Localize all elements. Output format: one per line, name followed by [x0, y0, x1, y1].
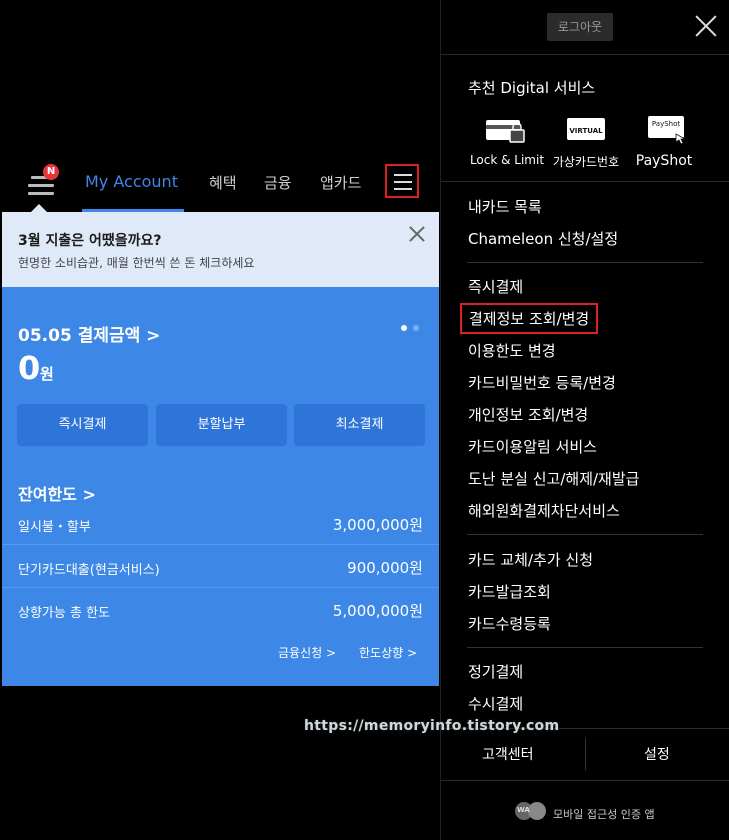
instant-pay-button[interactable]: 즉시결제 — [17, 404, 148, 446]
divider — [2, 544, 439, 545]
service-label: 가상카드번호 — [552, 155, 620, 169]
payshot-card-text: PayShot — [652, 120, 681, 128]
divider — [441, 181, 729, 182]
app-screen: N My Account 혜택 금융 앱카드 3월 지출은 어땠을까요? 현명한… — [2, 0, 439, 840]
menu-item-chameleon[interactable]: Chameleon 신청/설정 — [468, 228, 618, 249]
divider — [467, 647, 703, 648]
installment-button[interactable]: 분할납부 — [156, 404, 287, 446]
limit-label: 상향가능 총 한도 — [18, 606, 110, 621]
limit-value: 3,000,000원 — [332, 516, 423, 534]
menu-item-usage-alert[interactable]: 카드이용알림 서비스 — [468, 436, 597, 457]
menu-item-issue-status[interactable]: 카드발급조회 — [468, 581, 551, 602]
logout-button[interactable]: 로그아웃 — [547, 13, 613, 41]
divider — [441, 780, 729, 781]
remaining-limit-title[interactable]: 잔여한도 > — [18, 481, 96, 505]
payment-amount: 0 — [18, 349, 41, 387]
minimum-pay-button[interactable]: 최소결제 — [294, 404, 425, 446]
menu-item-payment-info[interactable]: 결제정보 조회/변경 — [460, 303, 599, 334]
accessibility-mark-icon: WA — [515, 802, 547, 820]
payment-unit: 원 — [40, 365, 54, 383]
nav-caret-icon — [31, 204, 47, 212]
promo-subtitle: 현명한 소비습관, 매월 한번씩 쓴 돈 체크하세요 — [18, 256, 255, 270]
tab-my-account[interactable]: My Account — [85, 172, 178, 191]
menu-item-card-password[interactable]: 카드비밀번호 등록/변경 — [468, 372, 616, 393]
menu-item-card-replace[interactable]: 카드 교체/추가 신청 — [468, 549, 593, 570]
limit-row: 상향가능 총 한도 5,000,000원 — [18, 602, 423, 622]
tab-app-card[interactable]: 앱카드 — [320, 172, 361, 193]
top-navigation: N My Account 혜택 금융 앱카드 — [2, 158, 439, 212]
limit-value: 5,000,000원 — [332, 602, 423, 620]
limit-value: 900,000원 — [347, 559, 423, 577]
account-card: 05.05 결제금액 > 0 원 즉시결제 분할납부 최소결제 잔여한도 > 일… — [2, 287, 439, 686]
tab-benefits[interactable]: 혜택 — [209, 172, 237, 193]
menu-item-instant-pay[interactable]: 즉시결제 — [468, 276, 523, 297]
service-label: PayShot — [635, 153, 693, 169]
menu-item-limit-change[interactable]: 이용한도 변경 — [468, 340, 556, 361]
divider — [441, 54, 729, 55]
virtual-card-text: VIRTUAL — [569, 127, 603, 135]
limit-row: 단기카드대출(현금서비스) 900,000원 — [18, 559, 423, 579]
limit-label: 단기카드대출(현금서비스) — [18, 563, 160, 578]
service-lock-limit[interactable]: Lock & Limit — [464, 112, 550, 176]
pager-dots-icon — [401, 325, 419, 331]
service-virtual-card[interactable]: VIRTUAL 가상카드번호 — [543, 112, 629, 176]
menu-item-card-receipt[interactable]: 카드수령등록 — [468, 613, 551, 634]
card-lock-icon — [486, 120, 525, 143]
menu-item-dcc-block[interactable]: 해외원화결제차단서비스 — [468, 500, 620, 521]
side-menu-drawer: 로그아웃 추천 Digital 서비스 Lock & Limit VIRTUAL… — [440, 0, 729, 840]
close-icon[interactable] — [407, 224, 427, 244]
close-icon[interactable] — [694, 14, 718, 38]
notification-badge: N — [43, 164, 59, 180]
payment-date-title[interactable]: 05.05 결제금액 > — [18, 321, 160, 346]
menu-item-occasional-pay[interactable]: 수시결제 — [468, 693, 523, 714]
limit-row: 일시불・할부 3,000,000원 — [18, 516, 423, 536]
limit-label: 일시불・할부 — [18, 520, 91, 535]
menu-item-personal-info[interactable]: 개인정보 조회/변경 — [468, 404, 588, 425]
finance-apply-link[interactable]: 금융신청 > — [278, 644, 336, 661]
service-payshot[interactable]: PayShot PayShot — [621, 112, 707, 176]
virtual-card-icon: VIRTUAL — [567, 118, 605, 140]
settings-button[interactable]: 설정 — [644, 744, 670, 764]
divider — [2, 587, 439, 588]
accessibility-mark-text: WA — [517, 806, 530, 814]
hamburger-menu-button[interactable] — [385, 164, 419, 198]
service-label: Lock & Limit — [469, 153, 545, 167]
promo-title: 3월 지출은 어땠을까요? — [18, 233, 162, 249]
menu-item-lost-report[interactable]: 도난 분실 신고/해제/재발급 — [468, 468, 639, 489]
limit-increase-link[interactable]: 한도상향 > — [359, 644, 417, 661]
divider — [467, 262, 703, 263]
watermark-url: https://memoryinfo.tistory.com — [304, 718, 560, 734]
divider — [585, 738, 586, 770]
digital-services-heading: 추천 Digital 서비스 — [468, 79, 596, 97]
promo-banner[interactable]: 3월 지출은 어땠을까요? 현명한 소비습관, 매월 한번씩 쓴 돈 체크하세요 — [2, 212, 439, 287]
tab-finance[interactable]: 금융 — [264, 172, 292, 193]
accessibility-cert-label: 모바일 접근성 인증 앱 — [553, 808, 655, 821]
payshot-icon: PayShot — [648, 116, 687, 145]
menu-item-my-cards[interactable]: 내카드 목록 — [468, 196, 542, 217]
menu-item-recurring-pay[interactable]: 정기결제 — [468, 661, 523, 682]
divider — [467, 534, 703, 535]
customer-center-button[interactable]: 고객센터 — [482, 744, 534, 764]
